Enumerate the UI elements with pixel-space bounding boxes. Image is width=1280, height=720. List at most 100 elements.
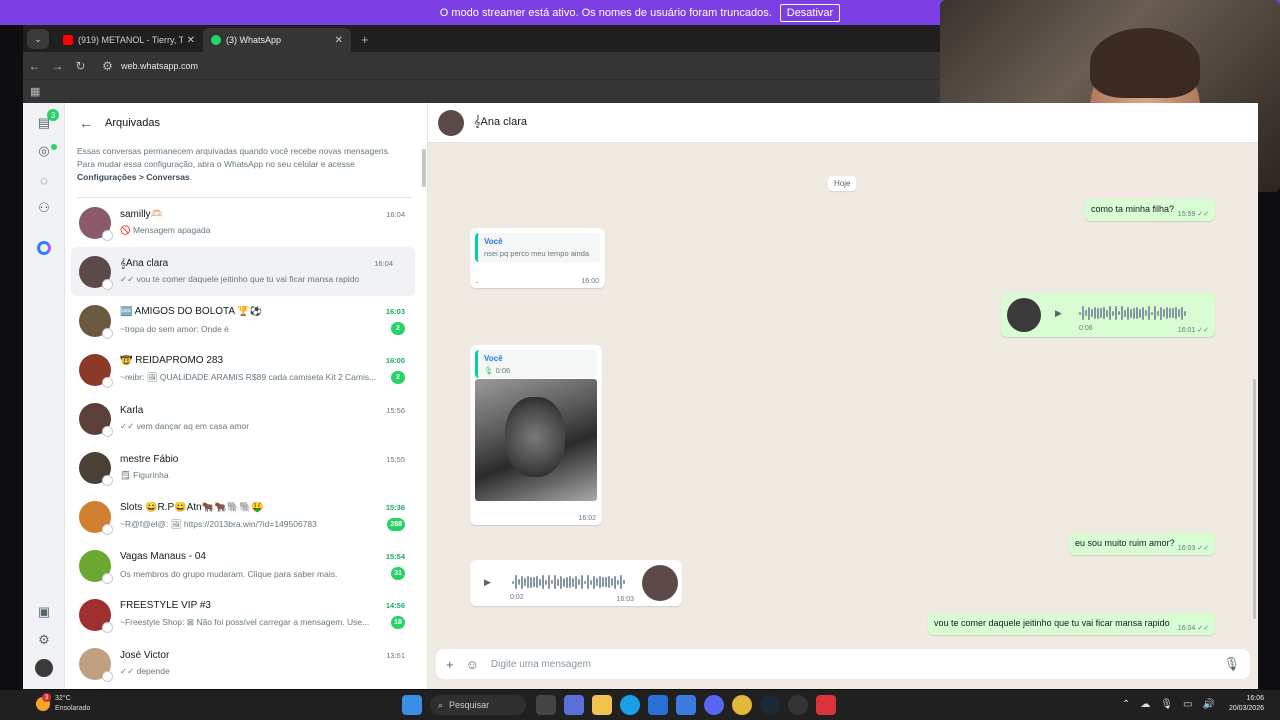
photo-thumbnail[interactable] <box>475 379 597 501</box>
tab-search-icon[interactable]: ⌄ <box>27 29 49 49</box>
chat-list-item[interactable]: samilly🫶🏻 16:04 🚫 Mensagem apagada <box>65 198 427 247</box>
sidebar-scrollbar[interactable] <box>422 149 426 187</box>
tab-whatsapp[interactable]: (3) WhatsApp ✕ <box>203 28 351 52</box>
file-explorer-icon[interactable] <box>592 695 612 715</box>
message-input[interactable]: Digite uma mensagem <box>491 659 1224 670</box>
obs-icon[interactable] <box>788 695 808 715</box>
message-outgoing[interactable]: vou te comer daquele jeitinho que tu vai… <box>928 613 1215 635</box>
chat-list-item[interactable]: Vagas Manaus - 04 15:54 Os membros do grup… <box>65 541 427 590</box>
chat-text: mestre Fábio 15:55 🗒 Figurinha <box>120 454 427 481</box>
message-incoming[interactable]: Você nsei pq perco meu tempo ainda . 16:… <box>470 228 605 288</box>
chat-text: 🆒 AMIGOS DO BOLOTA 🏆⚽ 16:03 ~tropa do sem … <box>120 306 427 335</box>
chat-name: Vagas Manaus - 04 <box>120 551 206 562</box>
chat-avatar[interactable] <box>79 353 113 388</box>
voice-message-outgoing[interactable]: ▶ 0:06 16:01 ✓✓ <box>1001 293 1215 337</box>
reload-icon[interactable]: ↻ <box>69 59 92 73</box>
chat-list-item[interactable]: 𝄞Ana clara 16:04 ✓✓ vou te comer daquele j… <box>71 247 415 296</box>
quoted-voice[interactable]: Você 🎙 0:06 <box>475 350 597 378</box>
weather-desc: Ensolarado <box>55 705 91 712</box>
chat-preview: ~tropa do sem amor: Onde é <box>120 323 229 334</box>
streamer-banner-text: O modo streamer está ativo. Os nomes de … <box>439 6 772 19</box>
chat-avatar[interactable] <box>79 451 113 486</box>
chat-avatar[interactable] <box>79 598 113 633</box>
url-field[interactable]: web.whatsapp.com <box>121 61 198 71</box>
message-outgoing[interactable]: como ta minha filha? 15:59 ✓✓ <box>1085 199 1215 221</box>
clock[interactable]: 16:06 20/03/2026 <box>1229 694 1264 714</box>
play-icon[interactable]: ▶ <box>484 577 491 588</box>
meta-ai-icon[interactable] <box>34 238 54 258</box>
chat-time: 16:04 <box>374 259 393 268</box>
back-icon[interactable]: ← <box>23 59 46 73</box>
apps-grid-icon[interactable]: ▦ <box>30 85 40 98</box>
media-icon[interactable]: ▣ <box>34 602 54 622</box>
outlook-icon[interactable] <box>676 695 696 715</box>
discord-icon[interactable] <box>704 695 724 715</box>
tab-youtube[interactable]: (919) METANOL - Tierry, Toque ✕ <box>55 28 203 52</box>
chat-preview: ~Freestyle Shop: ⊠ Não foi possível carr… <box>120 617 370 627</box>
browser-tab-strip: ⌄ (919) METANOL - Tierry, Toque ✕ (3) Wh… <box>23 25 940 52</box>
chat-list-item[interactable]: mestre Fábio 15:55 🗒 Figurinha <box>65 443 427 492</box>
task-view-icon[interactable] <box>536 695 556 715</box>
chat-avatar[interactable] <box>79 402 113 437</box>
conversation-scrollbar[interactable] <box>1253 379 1256 619</box>
chrome-icon[interactable] <box>732 695 752 715</box>
contact-avatar[interactable] <box>438 109 464 136</box>
communities-icon[interactable]: ⚇ <box>34 198 54 218</box>
chat-list-item[interactable]: FREESTYLE VIP #3 14:56 ~Freestyle Shop: ⊠ … <box>65 590 427 639</box>
taskbar-search[interactable]: ⌕ Pesquisar <box>430 695 526 715</box>
chat-list-item[interactable]: 🤠 REIDAPROMO 283 16:00 ~reibr: 🖼 QUALIDADE… <box>65 345 427 394</box>
message-outgoing[interactable]: eu sou muito ruim amor? 16:03 ✓✓ <box>1069 533 1215 555</box>
close-tab-icon[interactable]: ✕ <box>335 35 343 46</box>
status-ring-icon <box>102 572 113 584</box>
steam-icon[interactable] <box>760 695 780 715</box>
youtube-icon <box>63 35 73 45</box>
settings-gear-icon[interactable]: ⚙ <box>34 630 54 650</box>
chat-avatar[interactable] <box>79 206 113 241</box>
quoted-message[interactable]: Você nsei pq perco meu tempo ainda <box>475 233 600 262</box>
chat-avatar[interactable] <box>79 500 113 535</box>
chat-list-item[interactable]: José Victor 13:51 ✓✓ depende <box>65 639 427 688</box>
new-tab-icon[interactable]: + <box>361 32 369 47</box>
chat-avatar[interactable] <box>79 647 113 682</box>
image-message-incoming[interactable]: Você 🎙 0:06 16:02 <box>470 345 602 525</box>
whatsapp-app: ▤ 3 ◎ ◌ ⚇ ▣ ⚙ ← Arquivadas Essas convers… <box>23 103 1258 689</box>
waveform[interactable] <box>1079 305 1186 321</box>
attach-plus-icon[interactable]: + <box>446 657 454 672</box>
onedrive-icon[interactable]: ☁ <box>1140 699 1150 710</box>
chat-list-item[interactable]: 🆒 AMIGOS DO BOLOTA 🏆⚽ 16:03 ~tropa do sem … <box>65 296 427 345</box>
channels-icon[interactable]: ◌ <box>34 170 54 190</box>
chat-text: Slots 😀R.P😀Atn🐂🐂🐘🐘🤑 15:36 ~R@f@el@: 🖼 http… <box>120 502 427 531</box>
conversation-header[interactable]: 𝄞Ana clara <box>428 103 1258 143</box>
close-tab-icon[interactable]: ✕ <box>187 35 195 46</box>
chat-avatar[interactable] <box>79 304 113 339</box>
profile-avatar[interactable] <box>34 658 54 678</box>
chat-text: José Victor 13:51 ✓✓ depende <box>120 650 427 677</box>
display-icon[interactable]: ▭ <box>1183 699 1192 710</box>
store-icon[interactable] <box>648 695 668 715</box>
back-arrow-icon[interactable]: ← <box>79 115 93 131</box>
chevron-up-icon[interactable]: ⌃ <box>1122 699 1130 710</box>
chat-list-item[interactable]: Slots 😀R.P😀Atn🐂🐂🐘🐘🤑 15:36 ~R@f@el@: 🖼 http… <box>65 492 427 541</box>
microphone-tray-icon[interactable]: 🎙 <box>1160 699 1173 710</box>
chat-avatar[interactable] <box>79 255 113 290</box>
site-info-icon[interactable]: ⚙ <box>96 59 119 73</box>
disable-streamer-button[interactable]: Desativar <box>779 3 841 22</box>
chat-text: Karla 15:56 ✓✓ vem dançar aq em casa amor <box>120 405 427 432</box>
weather-widget[interactable]: 3 32°C Ensolarado <box>36 693 91 714</box>
status-ring-icon <box>102 523 113 535</box>
play-icon[interactable]: ▶ <box>1055 308 1062 319</box>
windows-taskbar: 3 32°C Ensolarado ⌕ Pesquisar ⌃ ☁ 🎙 ▭ 🔊 … <box>0 690 1280 720</box>
acrobat-icon[interactable] <box>816 695 836 715</box>
forward-icon[interactable]: → <box>46 59 69 73</box>
chat-name: 🤠 REIDAPROMO 283 <box>120 355 224 366</box>
chat-list-item[interactable]: Karla 15:56 ✓✓ vem dançar aq em casa amor <box>65 394 427 443</box>
sticker-icon[interactable]: ☺ <box>466 657 479 672</box>
voice-message-incoming[interactable]: ▶ 0:02 16:03 <box>470 560 682 606</box>
widgets-icon[interactable] <box>564 695 584 715</box>
windows-start-icon[interactable] <box>402 695 422 715</box>
microphone-icon[interactable]: 🎙 <box>1223 656 1240 672</box>
volume-icon[interactable]: 🔊 <box>1203 699 1215 710</box>
edge-icon[interactable] <box>620 695 640 715</box>
chat-avatar[interactable] <box>79 549 113 584</box>
waveform[interactable] <box>512 574 625 590</box>
